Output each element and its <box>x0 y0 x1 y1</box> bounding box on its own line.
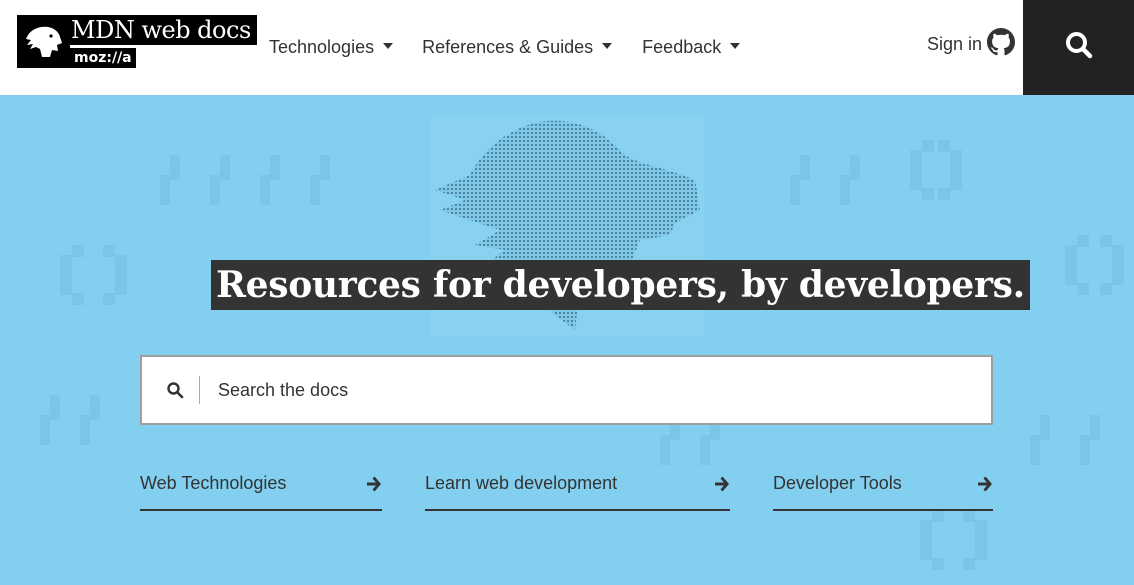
search-icon <box>1064 30 1094 65</box>
link-web-technologies[interactable]: Web Technologies <box>140 470 382 511</box>
caret-down-icon <box>730 42 741 49</box>
logo-wordmark: MDN web docs moz://a <box>70 15 257 68</box>
mdn-logo[interactable]: MDN web docs moz://a <box>17 15 257 68</box>
hero-tagline: Resources for developers, by developers. <box>211 260 1030 310</box>
link-developer-tools-label: Developer Tools <box>773 473 902 493</box>
search-divider <box>199 376 200 404</box>
github-icon <box>987 27 1016 61</box>
nav-technologies-label: Technologies <box>269 36 375 57</box>
link-web-technologies-label: Web Technologies <box>140 473 287 493</box>
arrow-right-icon <box>366 475 382 493</box>
mozilla-wordmark: moz://a <box>70 48 136 68</box>
arrow-right-icon <box>714 475 730 493</box>
mdn-dino-icon <box>17 15 70 68</box>
sign-in-link[interactable]: Sign in <box>927 27 1016 61</box>
nav-feedback-label: Feedback <box>642 36 722 57</box>
search-icon <box>165 380 185 400</box>
docs-search-box <box>140 355 993 425</box>
docs-search-input[interactable] <box>218 375 958 405</box>
caret-down-icon <box>602 42 613 49</box>
link-developer-tools[interactable]: Developer Tools <box>773 470 993 511</box>
link-learn-web-development[interactable]: Learn web development <box>425 470 730 511</box>
nav-technologies[interactable]: Technologies <box>269 36 394 58</box>
arrow-right-icon <box>977 475 993 493</box>
caret-down-icon <box>383 42 394 49</box>
header-search-button[interactable] <box>1023 0 1134 95</box>
sign-in-label: Sign in <box>927 33 983 54</box>
link-learn-label: Learn web development <box>425 473 618 493</box>
hero-section: Resources for developers, by developers.… <box>0 95 1134 585</box>
main-nav: Technologies References & Guides Feedbac… <box>269 36 741 58</box>
site-header: MDN web docs moz://a Technologies Refere… <box>0 0 1134 95</box>
logo-title: MDN web docs <box>70 15 257 45</box>
nav-feedback[interactable]: Feedback <box>642 36 741 58</box>
nav-references-guides[interactable]: References & Guides <box>422 36 613 58</box>
nav-references-label: References & Guides <box>422 36 594 57</box>
